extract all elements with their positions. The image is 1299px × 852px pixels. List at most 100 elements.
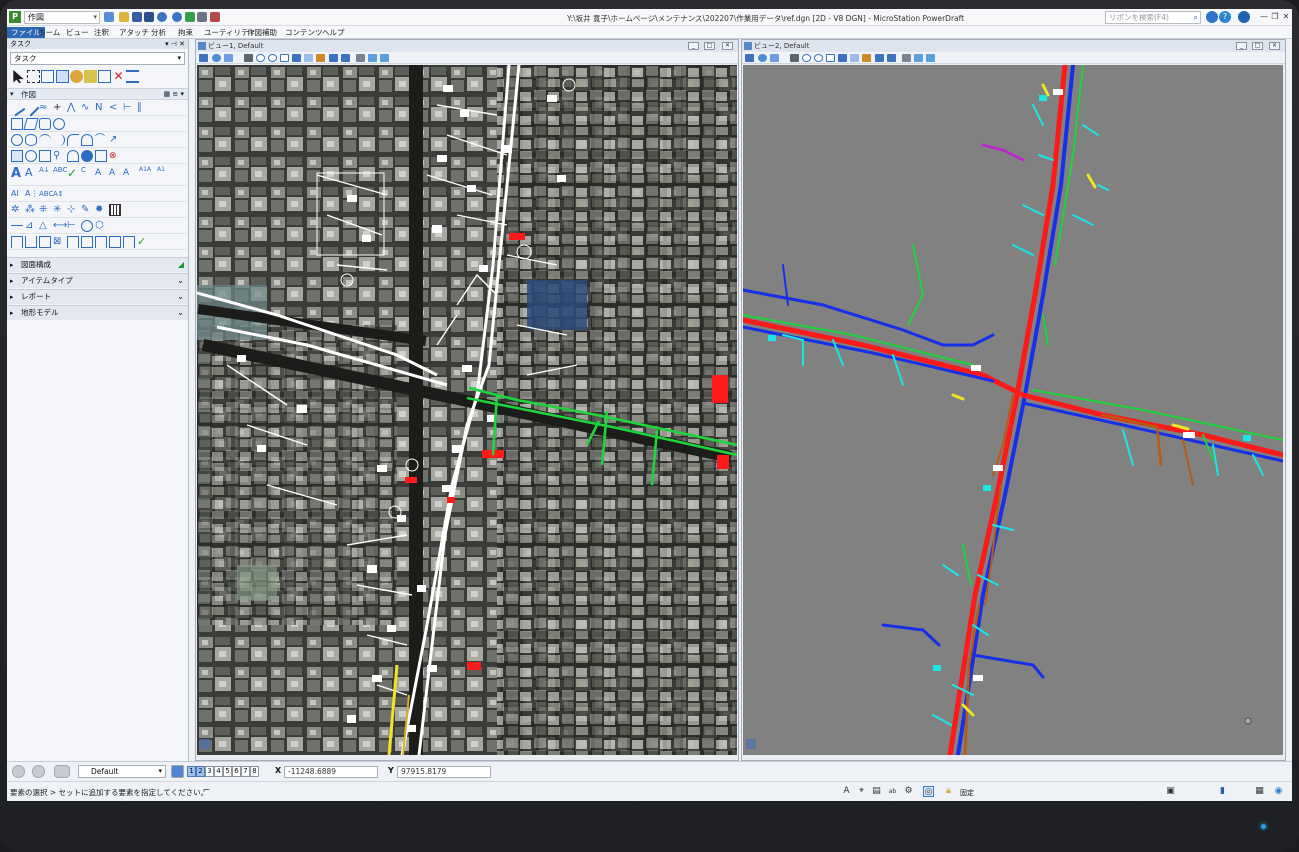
new-file-icon[interactable]	[104, 12, 114, 22]
fit-view-icon[interactable]	[292, 54, 301, 62]
properties-icon[interactable]: ▦	[1254, 786, 1265, 797]
back-icon[interactable]	[12, 765, 25, 778]
hatch-icon[interactable]: ✲	[11, 204, 23, 216]
section-drawing-composition[interactable]: ▸ 図面構成 ◢	[7, 257, 188, 272]
help-icon[interactable]: ?	[1219, 11, 1231, 23]
view-toggle-1[interactable]: 1	[187, 766, 196, 777]
tab-home[interactable]: ホーム	[34, 27, 64, 38]
shared-cell-icon[interactable]	[95, 150, 107, 162]
chamfer-icon[interactable]	[81, 236, 93, 248]
table-text-icon[interactable]: A↕	[53, 188, 65, 200]
change-attributes-icon[interactable]	[84, 70, 97, 83]
view-groups-icon[interactable]	[171, 765, 184, 778]
point-icon[interactable]: +	[53, 102, 65, 114]
display-style-icon[interactable]	[758, 54, 767, 62]
section-terrain-models[interactable]: ▸ 地形モデル ⌄	[7, 305, 188, 320]
x-coordinate-field[interactable]: -11248.6889	[284, 766, 378, 778]
dimension-3d-icon[interactable]: ⬡	[95, 220, 107, 232]
zoom-out-icon[interactable]	[814, 54, 823, 62]
tab-drawing-aids[interactable]: 作図補助	[243, 27, 281, 38]
view-options-icon[interactable]	[770, 54, 779, 62]
task-select[interactable]: タスク ▾	[10, 52, 185, 65]
drawing-section-header[interactable]: ▾ 作図 ▦ ≡ ▾	[7, 88, 188, 100]
construct-icon[interactable]	[123, 236, 135, 248]
zoom-in-icon[interactable]	[802, 54, 811, 62]
ribbon-search-input[interactable]: リボンを検索(F4) ⌕	[1105, 11, 1201, 24]
view-toggle-8[interactable]: 8	[250, 766, 259, 777]
show-pattern-icon[interactable]: ⊹	[67, 204, 79, 216]
view-toggle-7[interactable]: 7	[241, 766, 250, 777]
text-style-icon[interactable]: A	[841, 786, 852, 797]
bspline-icon[interactable]: <	[109, 102, 121, 114]
quarter-ellipse-icon[interactable]	[67, 134, 79, 146]
polyline-icon[interactable]: ⋀	[67, 102, 79, 114]
zoom-in-icon[interactable]	[256, 54, 265, 62]
undo-icon[interactable]	[157, 12, 167, 22]
delete-vertex-icon[interactable]	[109, 236, 121, 248]
view-2-canvas[interactable]	[743, 65, 1283, 755]
message-center-icon[interactable]: ⌐	[201, 786, 212, 797]
multiline-icon[interactable]: ≈	[39, 102, 51, 114]
y-coordinate-field[interactable]: 97915.8179	[397, 766, 491, 778]
rotate-view-icon[interactable]	[850, 54, 859, 62]
display-style-icon[interactable]	[212, 54, 221, 62]
measure-icon[interactable]	[126, 70, 139, 83]
delete-icon[interactable]: ✕	[112, 70, 125, 83]
clip-volume-icon[interactable]	[914, 54, 923, 62]
pattern-icon[interactable]: ⁜	[39, 204, 51, 216]
regular-polygon-icon[interactable]	[53, 118, 65, 130]
circle-icon[interactable]	[11, 134, 23, 146]
half-ellipse-icon[interactable]	[53, 134, 65, 146]
extend-element-icon[interactable]	[39, 236, 51, 248]
trim-icon[interactable]: ⊠	[53, 236, 65, 248]
clip-volume-icon[interactable]	[368, 54, 377, 62]
fence-icon[interactable]	[27, 70, 40, 83]
section-reports[interactable]: ▸ レポート ⌄	[7, 289, 188, 304]
window-area-icon[interactable]	[826, 54, 835, 62]
section-item-types[interactable]: ▸ アイテムタイプ ⌄	[7, 273, 188, 288]
rectangle-icon[interactable]	[11, 118, 23, 130]
abc-icon[interactable]: ABC	[53, 166, 67, 182]
copy-icon[interactable]	[56, 70, 69, 83]
modify-element-icon[interactable]	[11, 236, 23, 248]
curve-icon[interactable]: N	[95, 102, 107, 114]
window-area-icon[interactable]	[280, 54, 289, 62]
cell-library-icon[interactable]	[25, 150, 37, 162]
polygon-icon[interactable]	[39, 118, 51, 130]
spell-check-icon[interactable]: ✓	[67, 166, 79, 182]
settings-icon[interactable]: ⚙	[903, 786, 914, 797]
fillet-icon[interactable]	[67, 236, 79, 248]
note-text-icon[interactable]: A↓	[39, 166, 51, 182]
crosshatch-icon[interactable]: ⁂	[25, 204, 37, 216]
view-1-maximize-button[interactable]: □	[704, 42, 715, 50]
dimension-angle-icon[interactable]: ⊿	[25, 220, 37, 232]
view-2-minimize-button[interactable]: _	[1236, 42, 1247, 50]
text-field-icon[interactable]: ABC	[39, 188, 53, 200]
scale-icon[interactable]	[98, 70, 111, 83]
tab-constraints[interactable]: 拘束	[174, 27, 197, 38]
cell-icon[interactable]: ⚲	[53, 150, 65, 162]
validate-icon[interactable]: ✓	[137, 236, 149, 248]
close-button[interactable]: ✕	[1280, 11, 1292, 22]
sheet-icon[interactable]: ▣	[1165, 786, 1176, 797]
linear-pattern-icon[interactable]: ✳	[53, 204, 65, 216]
arc-angle-icon[interactable]: ↗	[109, 134, 121, 146]
drop-cell-icon[interactable]: ⊗	[109, 150, 121, 162]
delete-pattern-icon[interactable]: ✎	[81, 204, 93, 216]
break-element-icon[interactable]	[25, 236, 37, 248]
view-2-close-button[interactable]: ✕	[1269, 42, 1280, 50]
text-superscript-icon[interactable]: A	[109, 166, 121, 182]
save-settings-icon[interactable]	[144, 12, 154, 22]
change-text-icon[interactable]: C	[81, 166, 93, 182]
zoom-out-icon[interactable]	[268, 54, 277, 62]
notification-bell-icon[interactable]	[1206, 11, 1218, 23]
view-attributes-icon[interactable]	[199, 54, 208, 62]
view-1-close-button[interactable]: ✕	[722, 42, 733, 50]
dimension-size-icon[interactable]	[81, 220, 93, 232]
view-toggle-3[interactable]: 3	[205, 766, 214, 777]
fill-icon[interactable]: ✹	[95, 204, 107, 216]
place-cell-icon[interactable]	[11, 150, 23, 162]
view-toggle-5[interactable]: 5	[223, 766, 232, 777]
view-2-maximize-button[interactable]: □	[1252, 42, 1263, 50]
active-snap-icon[interactable]: ◎	[923, 786, 934, 797]
